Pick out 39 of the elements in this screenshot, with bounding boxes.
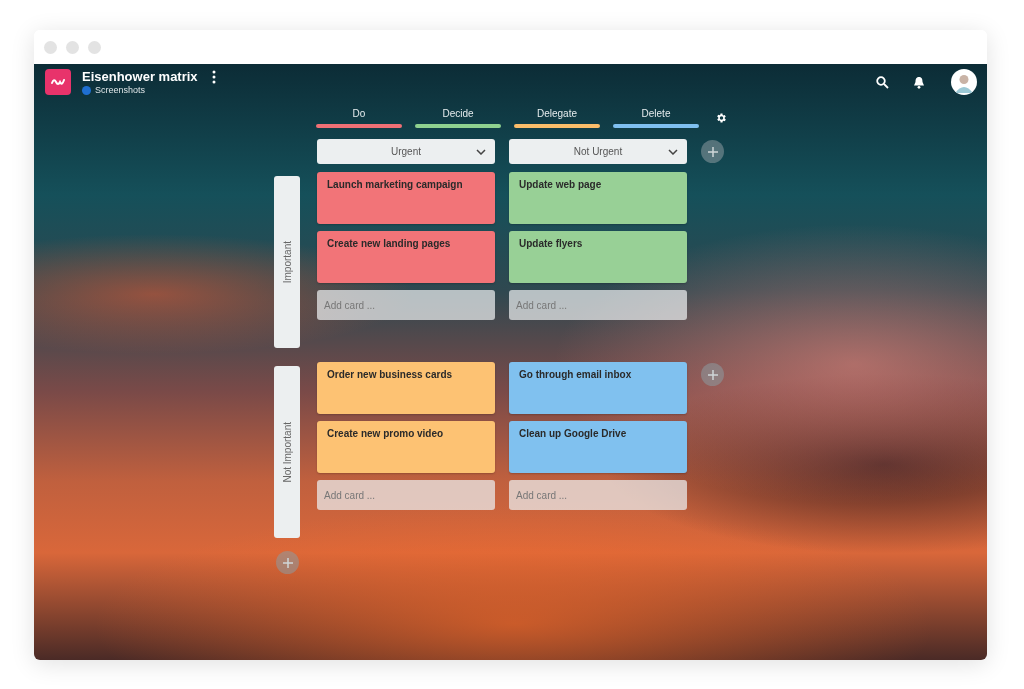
window-dot [66, 40, 79, 54]
workspace-dot [82, 85, 91, 95]
add-card-field[interactable]: Add card ... [317, 480, 495, 510]
board-title: Eisenhower matrix [82, 69, 198, 84]
task-card[interactable]: Launch marketing campaign [317, 172, 495, 224]
task-card[interactable]: Clean up Google Drive [509, 421, 687, 473]
search-icon[interactable] [876, 75, 889, 89]
plus-icon [281, 556, 294, 569]
add-column-button[interactable] [701, 140, 724, 163]
row-label[interactable]: Not Important [274, 366, 300, 538]
column-dropdown[interactable]: Not Urgent [509, 139, 687, 164]
workspace-name[interactable]: Screenshots [95, 85, 146, 95]
chevron-down-icon [476, 149, 486, 155]
row-label[interactable]: Important [274, 176, 300, 348]
category-label: Delete [641, 108, 671, 119]
column-dropdown[interactable]: Urgent [317, 139, 495, 164]
settings-icon[interactable] [715, 112, 727, 124]
task-card[interactable]: Go through email inbox [509, 362, 687, 414]
window-dot [44, 40, 57, 54]
add-card-field[interactable]: Add card ... [317, 290, 495, 320]
plus-icon [706, 368, 719, 381]
chevron-down-icon [668, 149, 678, 155]
add-button[interactable] [701, 363, 724, 386]
window-dot [88, 40, 101, 54]
task-card[interactable]: Create new promo video [317, 421, 495, 473]
task-card[interactable]: Order new business cards [317, 362, 495, 414]
task-card[interactable]: Create new landing pages [317, 231, 495, 283]
plus-icon [706, 145, 719, 158]
category-label: Decide [442, 108, 474, 119]
category-label: Do [352, 108, 366, 119]
more-menu-icon[interactable] [211, 69, 216, 84]
add-card-field[interactable]: Add card ... [509, 290, 687, 320]
task-card[interactable]: Update web page [509, 172, 687, 224]
add-card-field[interactable]: Add card ... [509, 480, 687, 510]
category-label: Delegate [537, 108, 577, 119]
task-card[interactable]: Update flyers [509, 231, 687, 283]
user-avatar[interactable] [951, 69, 977, 95]
bell-icon[interactable] [913, 75, 925, 89]
logo-icon[interactable] [45, 69, 71, 95]
